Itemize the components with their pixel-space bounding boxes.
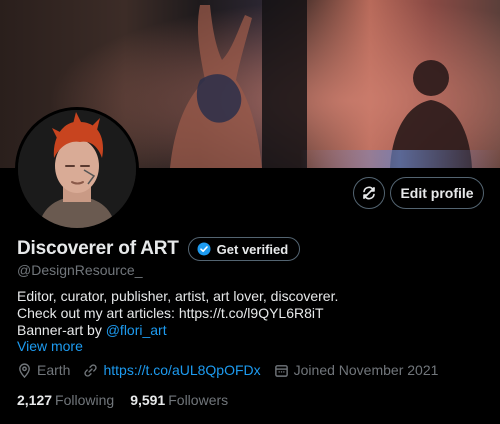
profile-avatar[interactable]	[15, 107, 139, 231]
avatar-portrait	[18, 110, 136, 228]
get-verified-label: Get verified	[216, 241, 289, 257]
followers-count: 9,591	[130, 392, 166, 408]
calendar-icon	[274, 363, 289, 378]
website-item: https://t.co/aUL8QpOFDx	[83, 362, 261, 378]
bio-banner-credit: Banner-art by	[17, 322, 106, 338]
following-label: Following	[55, 392, 115, 408]
verified-badge-icon	[197, 242, 211, 256]
view-more-link[interactable]: View more	[17, 338, 83, 354]
location-text: Earth	[37, 362, 71, 378]
profile-handle: @DesignResource_	[17, 262, 143, 278]
sync-button[interactable]	[353, 177, 385, 209]
name-row: Discoverer of ART Get verified	[17, 237, 301, 261]
sync-icon	[361, 185, 377, 201]
mention-link[interactable]: @flori_art	[106, 322, 167, 338]
profile-bio: Editor, curator, publisher, artist, art …	[17, 288, 487, 339]
profile-page: Edit profile Discoverer of ART Get verif…	[0, 0, 500, 424]
edit-profile-button[interactable]: Edit profile	[390, 177, 484, 209]
profile-meta: Earth https://t.co/aUL8QpOFDx Joined Nov…	[17, 362, 451, 378]
get-verified-button[interactable]: Get verified	[187, 237, 301, 261]
bio-line-2: Check out my art articles: https://t.co/…	[17, 305, 324, 321]
followers-label: Followers	[168, 392, 229, 408]
joined-item: Joined November 2021	[274, 362, 439, 378]
following-link[interactable]: 2,127 Following	[17, 392, 114, 408]
joined-text: Joined November 2021	[293, 362, 439, 378]
website-link[interactable]: https://t.co/aUL8QpOFDx	[103, 362, 260, 378]
follow-stats: 2,127 Following 9,591 Followers	[17, 392, 244, 408]
location-item: Earth	[17, 362, 70, 378]
location-pin-icon	[17, 362, 32, 378]
following-count: 2,127	[17, 392, 53, 408]
bio-line-1: Editor, curator, publisher, artist, art …	[17, 288, 339, 304]
followers-link[interactable]: 9,591 Followers	[130, 392, 228, 408]
link-icon	[83, 363, 98, 378]
bio-line-3: Banner-art by @flori_art	[17, 322, 487, 339]
display-name: Discoverer of ART	[17, 238, 179, 259]
